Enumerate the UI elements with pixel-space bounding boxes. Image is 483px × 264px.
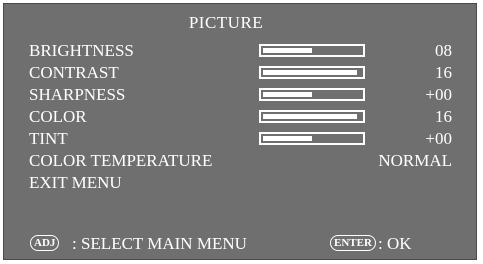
color-value: 16 — [435, 107, 452, 126]
color-bar-fill — [263, 114, 357, 119]
adj-hint-text: : SELECT MAIN MENU — [72, 234, 247, 253]
sharpness-value: +00 — [425, 85, 452, 104]
exit-menu-label: EXIT MENU — [29, 173, 122, 192]
osd-menu-panel: PICTURE BRIGHTNESS 08 CONTRAST 16 SHARPN… — [3, 3, 477, 260]
brightness-label: BRIGHTNESS — [29, 41, 134, 60]
tint-bar-fill — [263, 136, 312, 141]
tint-label: TINT — [29, 129, 68, 148]
menu-item-contrast[interactable]: CONTRAST 16 — [4, 62, 478, 84]
menu-item-color-temperature[interactable]: COLOR TEMPERATURE NORMAL — [4, 150, 478, 172]
enter-key-icon: ENTER — [330, 235, 376, 251]
menu-title: PICTURE — [188, 13, 264, 32]
menu-item-sharpness[interactable]: SHARPNESS +00 — [4, 84, 478, 106]
adj-key-icon: ADJ — [30, 235, 60, 251]
tint-value: +00 — [425, 129, 452, 148]
menu-item-color[interactable]: COLOR 16 — [4, 106, 478, 128]
menu-item-brightness[interactable]: BRIGHTNESS 08 — [4, 40, 478, 62]
menu-item-tint[interactable]: TINT +00 — [4, 128, 478, 150]
contrast-label: CONTRAST — [29, 63, 119, 82]
color-bar[interactable] — [259, 110, 365, 123]
brightness-bar-fill — [263, 48, 312, 53]
tint-bar[interactable] — [259, 132, 365, 145]
menu-item-exit-menu[interactable]: EXIT MENU — [4, 172, 478, 194]
contrast-bar[interactable] — [259, 66, 365, 79]
osd-footer-hints: ADJ : SELECT MAIN MENU ENTER : OK — [4, 233, 478, 255]
contrast-value: 16 — [435, 63, 452, 82]
brightness-value: 08 — [435, 41, 452, 60]
color-temperature-label: COLOR TEMPERATURE — [29, 151, 213, 170]
sharpness-label: SHARPNESS — [29, 85, 126, 104]
enter-hint-text: : OK — [378, 234, 412, 253]
color-label: COLOR — [29, 107, 87, 126]
sharpness-bar[interactable] — [259, 88, 365, 101]
color-temperature-value: NORMAL — [378, 151, 452, 170]
contrast-bar-fill — [263, 70, 357, 75]
sharpness-bar-fill — [263, 92, 312, 97]
brightness-bar[interactable] — [259, 44, 365, 57]
